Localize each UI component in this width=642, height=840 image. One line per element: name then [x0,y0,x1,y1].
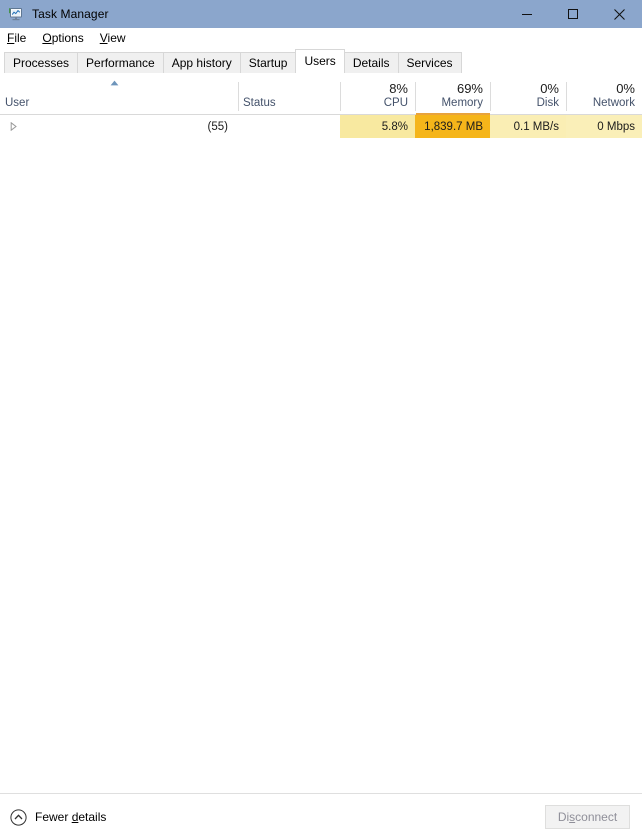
task-manager-window: Task Manager File Options View Processes… [0,0,642,840]
expand-triangle-icon[interactable] [6,122,20,131]
minimize-icon[interactable] [504,0,550,28]
column-divider [238,82,239,111]
column-label-disk: Disk [536,97,559,109]
column-header-network[interactable]: 0% Network [566,73,642,114]
column-value-memory: 69% [456,81,483,96]
cell-user[interactable]: (55) [0,115,238,138]
column-header-status[interactable]: Status [238,73,340,114]
menu-item-file[interactable]: File [7,28,34,49]
fewer-details-label: Fewer details [35,810,107,824]
column-header-disk[interactable]: 0% Disk [490,73,566,114]
user-list[interactable]: (55) 5.8% 1,839.7 MB 0.1 MB/s 0 Mbps [0,115,642,793]
column-value-network: 0% [616,81,635,96]
fewer-details-button[interactable]: Fewer details [10,808,107,826]
column-header-user[interactable]: User [0,73,238,114]
menu-bar: File Options View [0,28,642,49]
column-label-status: Status [243,97,276,109]
column-value-disk: 0% [540,81,559,96]
tab-strip: Processes Performance App history Startu… [0,49,642,73]
maximize-icon[interactable] [550,0,596,28]
column-divider [490,82,491,111]
user-process-count: (55) [207,120,228,133]
table-row[interactable]: (55) 5.8% 1,839.7 MB 0.1 MB/s 0 Mbps [0,115,642,138]
window-title: Task Manager [32,7,109,21]
cell-memory: 1,839.7 MB [415,115,490,138]
column-header-row: User Status 8% CPU 69% Memory 0% Disk 0%… [0,73,642,115]
cell-status [238,115,340,138]
column-label-user: User [5,97,30,109]
disconnect-label: Disconnect [557,810,618,824]
menu-item-view[interactable]: View [100,28,134,49]
disconnect-button[interactable]: Disconnect [545,805,630,829]
cell-cpu: 5.8% [340,115,415,138]
tab-users[interactable]: Users [295,49,345,73]
column-divider [340,82,341,111]
tab-app-history[interactable]: App history [162,52,241,73]
column-value-cpu: 8% [389,81,408,96]
sort-ascending-icon [110,77,119,86]
tab-details[interactable]: Details [343,52,399,73]
cell-network: 0 Mbps [566,115,642,138]
close-icon[interactable] [596,0,642,28]
tab-processes[interactable]: Processes [4,52,79,73]
menu-item-options[interactable]: Options [42,28,91,49]
task-manager-monitor-chart-icon [8,6,24,22]
column-header-memory[interactable]: 69% Memory [415,73,490,115]
chevron-up-circle-icon [10,808,27,826]
cell-disk: 0.1 MB/s [490,115,566,138]
tab-services[interactable]: Services [397,52,462,73]
title-bar: Task Manager [0,0,642,28]
column-label-memory: Memory [441,97,483,109]
column-label-network: Network [592,97,635,109]
tab-performance[interactable]: Performance [77,52,164,73]
column-header-cpu[interactable]: 8% CPU [340,73,415,114]
tab-startup[interactable]: Startup [239,52,297,73]
column-label-cpu: CPU [383,97,408,109]
column-divider [566,82,567,111]
column-divider [415,82,416,111]
footer-bar: Fewer details Disconnect [0,793,642,840]
